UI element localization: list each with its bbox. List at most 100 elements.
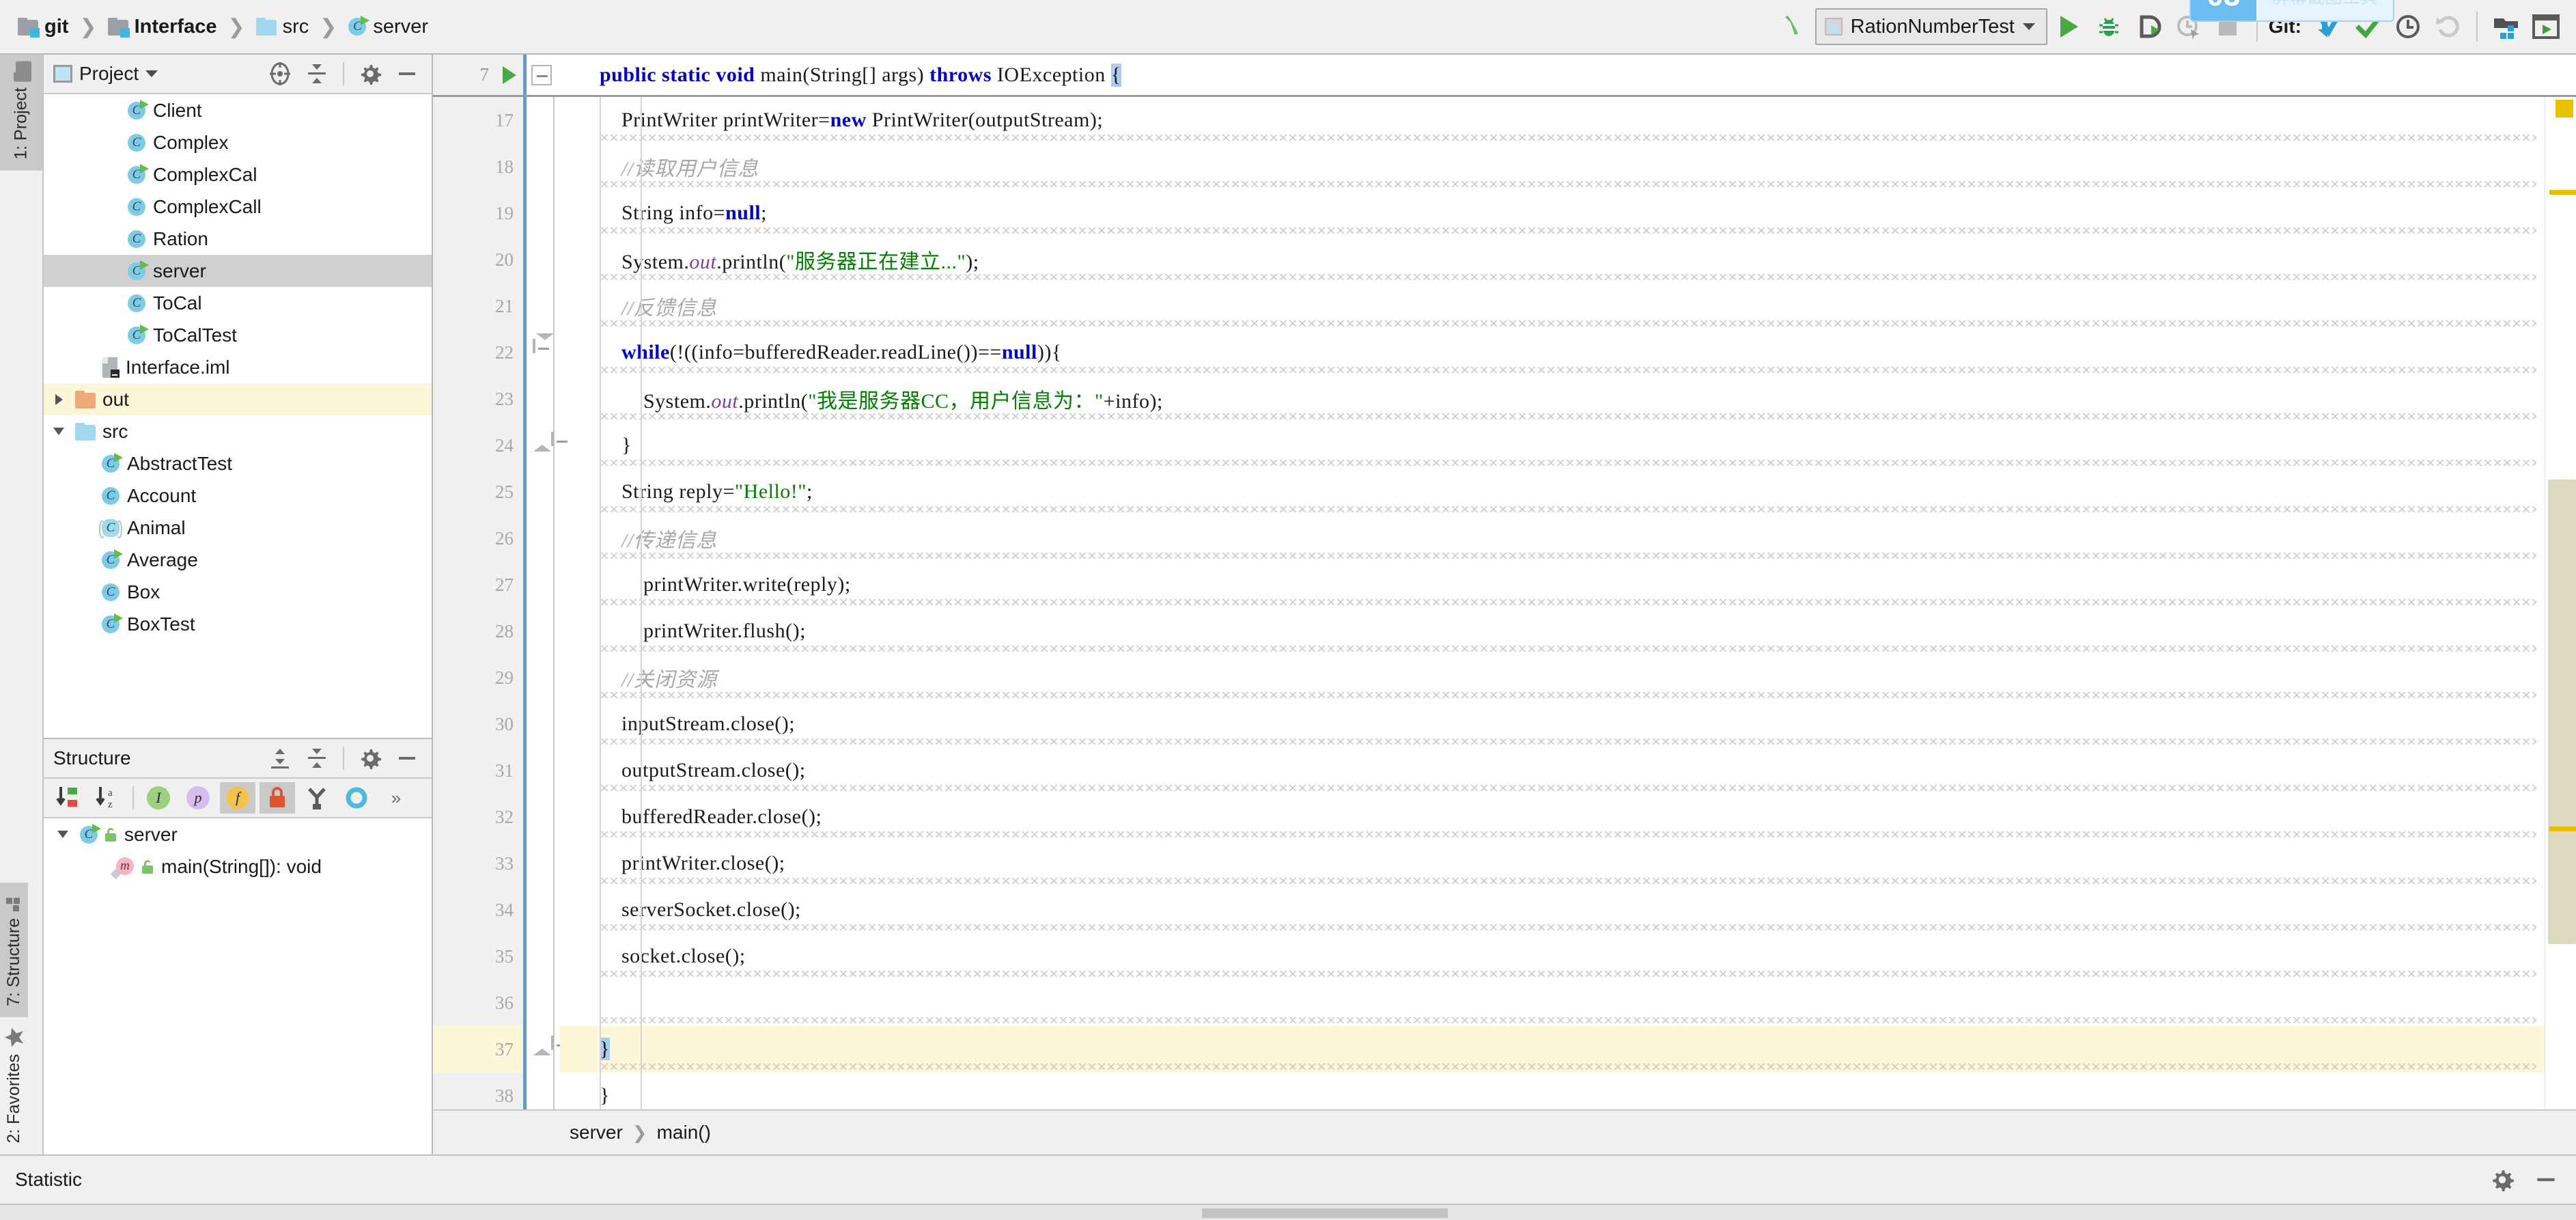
editor-breadcrumb-class[interactable]: server [570,1122,623,1143]
git-rollback-button[interactable] [2430,9,2465,44]
sort-by-visibility-button[interactable] [51,782,86,814]
tree-item-average[interactable]: C Average [44,544,432,576]
code-line[interactable]: //关闭资源 [560,654,2545,701]
sidebar-item-favorites[interactable]: 2: Favorites [0,1017,28,1154]
code-line[interactable]: } [560,1026,2545,1072]
code-line[interactable]: serverSocket.close(); [560,887,2545,933]
git-history-button[interactable] [2390,9,2426,44]
line-number[interactable]: 22 [433,329,523,376]
settings-button[interactable] [355,59,385,89]
structure-item-server[interactable]: Cserver [44,818,432,850]
code-editor[interactable]: 17 18 19 20 21 22 23 24 25 26 27 28 29 30 31 32 33 34 35 36… [433,97,2576,1109]
tree-item-ration[interactable]: C Ration [44,223,432,255]
tree-item-tocal[interactable]: C ToCal [44,287,432,319]
debug-button[interactable] [2091,9,2127,44]
code-lines[interactable]: PrintWriter printWriter=new PrintWriter(… [560,97,2545,1109]
statistic-label[interactable]: Statistic [15,1169,82,1191]
code-line[interactable]: while(!((info=bufferedReader.readLine())… [560,329,2545,376]
show-anonymous-button[interactable] [339,782,374,814]
code-line[interactable]: System.out.println("服务器正在建立..."); [560,236,2545,283]
code-line[interactable]: bufferedReader.close(); [560,794,2545,840]
line-number[interactable]: 30 [433,701,523,747]
sort-alphabetically-button[interactable]: a z [90,782,126,814]
run-method-icon[interactable] [503,66,516,84]
code-line[interactable]: String info=null; [560,190,2545,236]
line-number[interactable]: 17 [433,97,523,143]
project-structure-button[interactable] [2489,9,2524,44]
line-number[interactable]: 23 [433,376,523,422]
code-line[interactable]: //传递信息 [560,515,2545,562]
project-tree[interactable]: C Client C Complex C ComplexCal C ComplexCall C R… [44,94,432,738]
code-line[interactable] [560,980,2545,1026]
show-properties-button[interactable]: p [180,782,216,814]
tree-item-boxtest[interactable]: C BoxTest [44,608,432,640]
run-with-coverage-button[interactable] [2131,9,2166,44]
tree-item-account[interactable]: C Account [44,480,432,512]
fold-minus-icon[interactable] [533,432,554,456]
tree-item-interface-iml[interactable]: Interface.iml [44,351,432,383]
sidebar-item-project[interactable]: 1: Project [0,55,42,171]
tree-item-src[interactable]: src [44,415,432,447]
code-line[interactable]: } [560,1072,2545,1109]
breadcrumb-item-interface[interactable]: Interface [102,13,223,41]
line-number[interactable]: 38 [433,1072,523,1119]
code-line[interactable]: } [560,422,2545,469]
collapse-all-button[interactable] [302,743,332,773]
tree-item-out[interactable]: out [44,383,432,415]
settings-button[interactable] [355,743,385,773]
line-number-gutter[interactable]: 17 18 19 20 21 22 23 24 25 26 27 28 29 30 31 32 33 34 35 36… [433,97,523,1109]
tree-item-server[interactable]: Cserver [44,255,432,287]
chevron-down-icon[interactable] [145,70,158,77]
tree-item-abstracttest[interactable]: C AbstractTest [44,447,432,480]
line-number[interactable]: 36 [433,980,523,1026]
breadcrumb-item-server[interactable]: C server [342,13,434,41]
tree-item-client[interactable]: C Client [44,94,432,126]
chevron-down-icon[interactable] [49,428,68,435]
show-inherited-button[interactable]: I [141,782,176,814]
line-number[interactable]: 19 [433,190,523,236]
fold-minus-icon[interactable] [533,333,554,363]
line-number[interactable]: 21 [433,283,523,329]
editor-breadcrumb-method[interactable]: main() [657,1122,711,1143]
code-line[interactable]: PrintWriter printWriter=new PrintWriter(… [560,97,2545,143]
breadcrumb-item-git[interactable]: git [12,13,74,41]
collapse-all-button[interactable] [302,59,332,89]
show-non-public-button[interactable] [260,782,295,814]
tree-item-complexcal[interactable]: C ComplexCal [44,158,432,191]
expand-all-button[interactable] [265,743,295,773]
error-stripe-marker-gutter[interactable] [2545,97,2576,1109]
code-line[interactable]: printWriter.close(); [560,840,2545,887]
fold-minus-icon[interactable] [533,1036,554,1060]
run-configuration-selector[interactable]: RationNumberTest [1815,8,2047,45]
show-hierarchy-button[interactable] [299,782,335,814]
warning-marker-icon[interactable] [2556,100,2573,117]
line-number[interactable]: 28 [433,608,523,654]
code-line[interactable]: printWriter.flush(); [560,608,2545,654]
fold-minus-icon[interactable] [531,64,552,85]
line-number[interactable]: 25 [433,469,523,515]
screenshot-tool-overlay[interactable]: 03 屏幕截图工具 [2189,0,2394,22]
line-number[interactable]: 27 [433,562,523,608]
tree-item-tocaltest[interactable]: C ToCalTest [44,319,432,351]
hide-button[interactable] [392,59,422,89]
breadcrumb-item-src[interactable]: src [251,13,315,41]
structure-tree[interactable]: Cserver m main(String[]): void [44,818,432,1154]
line-number[interactable]: 33 [433,840,523,887]
tree-item-box[interactable]: C Box [44,576,432,608]
hide-button[interactable] [392,743,422,773]
sticky-fold-area[interactable] [523,55,560,95]
line-number[interactable]: 24 [433,422,523,469]
run-window-button[interactable] [2528,9,2564,44]
chevron-down-icon[interactable] [53,831,72,838]
tree-item-complexcall[interactable]: C ComplexCall [44,191,432,223]
run-button[interactable] [2052,9,2087,44]
chevron-right-icon[interactable] [49,394,68,405]
settings-button[interactable] [2487,1165,2517,1195]
show-fields-button[interactable]: f [220,782,255,814]
code-line[interactable]: outputStream.close(); [560,747,2545,794]
line-number[interactable]: 20 [433,236,523,283]
horizontal-scrollbar-thumb[interactable] [1202,1208,1448,1218]
structure-item-main-string-void[interactable]: m main(String[]): void [44,850,432,883]
code-line[interactable]: String reply="Hello!"; [560,469,2545,515]
scroll-from-source-button[interactable] [265,59,295,89]
